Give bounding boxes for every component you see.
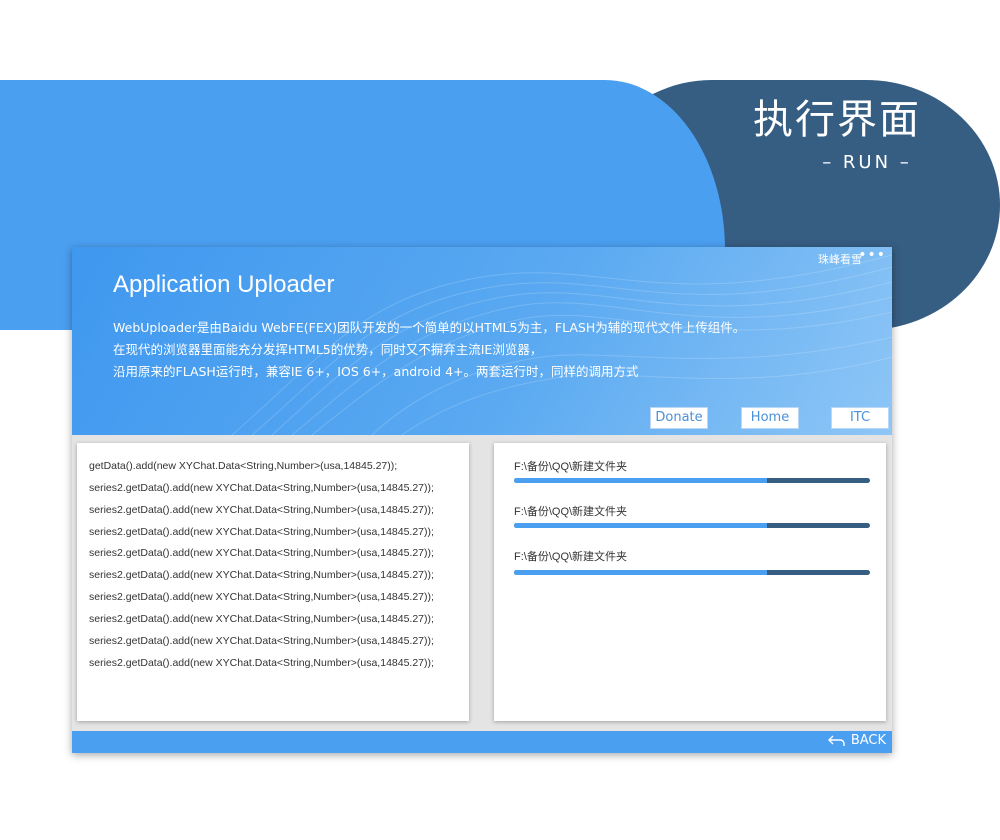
upload-progress-bar — [514, 478, 870, 483]
description-line-2: 在现代的浏览器里面能充分发挥HTML5的优势，同时又不摒弃主流IE浏览器， — [113, 342, 543, 357]
app-window: 珠峰看雪 ••• Application Uploader WebUploade… — [72, 247, 892, 753]
file-path-label: F:\备份\QQ\新建文件夹 — [514, 461, 628, 473]
itc-button[interactable]: ITC — [831, 407, 889, 429]
code-line: series2.getData().add(new XYChat.Data<St… — [89, 547, 434, 559]
code-line: series2.getData().add(new XYChat.Data<St… — [89, 526, 434, 538]
code-line: series2.getData().add(new XYChat.Data<St… — [89, 504, 434, 516]
upload-progress-fill — [514, 478, 767, 483]
code-panel: getData().add(new XYChat.Data<String,Num… — [77, 443, 469, 721]
description-line-3: 沿用原来的FLASH运行时，兼容IE 6+，IOS 6+，android 4+。… — [113, 364, 639, 379]
back-label: BACK — [850, 733, 886, 748]
upload-progress-fill — [514, 523, 767, 528]
upload-panel: F:\备份\QQ\新建文件夹 F:\备份\QQ\新建文件夹 F:\备份\QQ\新… — [494, 443, 886, 721]
code-line: series2.getData().add(new XYChat.Data<St… — [89, 591, 434, 603]
upload-progress-bar — [514, 523, 870, 528]
code-line: series2.getData().add(new XYChat.Data<St… — [89, 635, 434, 647]
back-button[interactable]: BACK — [827, 733, 886, 748]
back-arrow-icon — [827, 735, 845, 746]
upload-progress-bar — [514, 570, 870, 575]
app-title: Application Uploader — [113, 271, 335, 298]
hero-title: 执行界面 — [753, 97, 921, 143]
code-line: series2.getData().add(new XYChat.Data<St… — [89, 569, 434, 581]
description-line-1: WebUploader是由Baidu WebFE(FEX)团队开发的一个简单的以… — [113, 320, 746, 335]
donate-button[interactable]: Donate — [650, 407, 708, 429]
file-path-label: F:\备份\QQ\新建文件夹 — [514, 506, 628, 518]
upload-progress-fill — [514, 570, 767, 575]
home-button[interactable]: Home — [741, 407, 799, 429]
code-line: getData().add(new XYChat.Data<String,Num… — [89, 460, 398, 472]
code-line: series2.getData().add(new XYChat.Data<St… — [89, 482, 434, 494]
code-line: series2.getData().add(new XYChat.Data<St… — [89, 613, 434, 625]
user-name[interactable]: 珠峰看雪 — [818, 251, 862, 267]
hero-subtitle: – RUN – — [822, 152, 912, 173]
window-footer: BACK — [72, 731, 892, 753]
more-dots-icon[interactable]: ••• — [858, 247, 886, 263]
file-path-label: F:\备份\QQ\新建文件夹 — [514, 551, 628, 563]
code-line: series2.getData().add(new XYChat.Data<St… — [89, 657, 434, 669]
window-header: 珠峰看雪 ••• Application Uploader WebUploade… — [72, 247, 892, 435]
